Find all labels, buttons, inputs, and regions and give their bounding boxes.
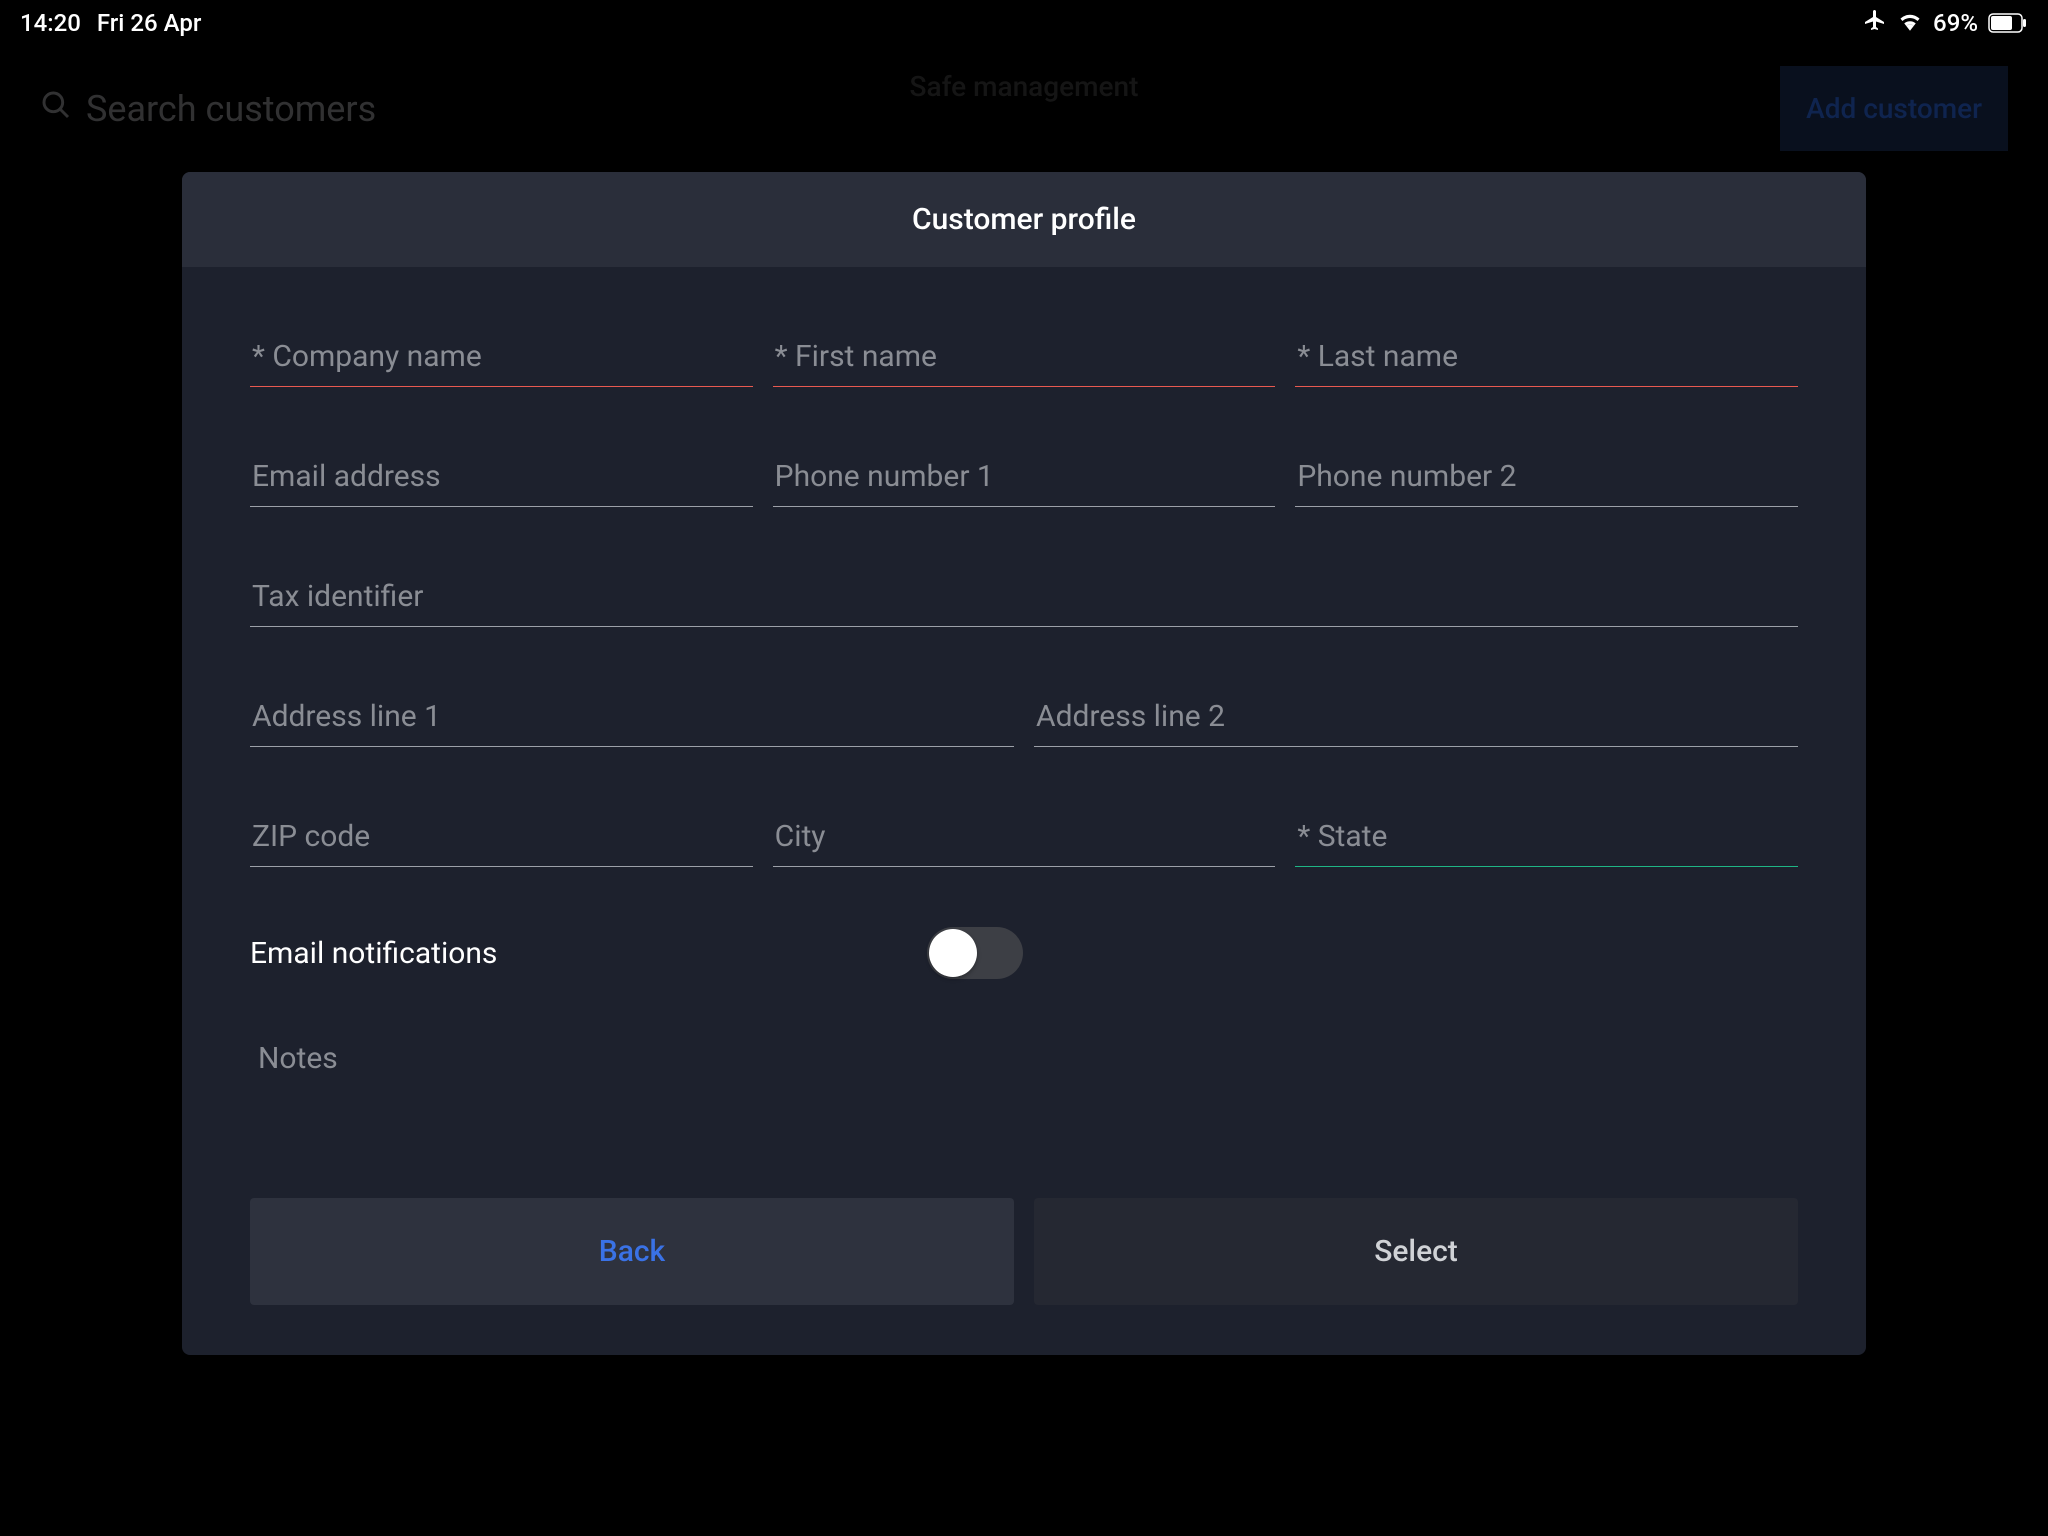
email-notifications-label: Email notifications: [250, 936, 497, 971]
toggle-knob: [929, 929, 977, 977]
battery-icon: [1988, 13, 2028, 33]
battery-percent: 69%: [1933, 9, 1978, 37]
status-bar: 14:20 Fri 26 Apr 69%: [0, 0, 2048, 46]
modal-title: Customer profile: [182, 172, 1866, 267]
status-date: Fri 26 Apr: [97, 9, 201, 37]
customer-profile-modal: Customer profile: [182, 172, 1866, 1355]
search-icon: [40, 88, 72, 130]
company-name-field[interactable]: [250, 327, 753, 387]
phone1-field[interactable]: [773, 447, 1276, 507]
address1-field-wrap: [250, 687, 1014, 747]
tax-id-field[interactable]: [250, 567, 1798, 627]
zip-field[interactable]: [250, 807, 753, 867]
background-header: Search customers Add customer: [0, 46, 2048, 171]
first-name-field[interactable]: [773, 327, 1276, 387]
city-field-wrap: [773, 807, 1276, 867]
address2-field-wrap: [1034, 687, 1798, 747]
state-field-wrap: [1295, 807, 1798, 867]
select-button[interactable]: Select: [1034, 1198, 1798, 1305]
email-field[interactable]: [250, 447, 753, 507]
state-field[interactable]: [1295, 807, 1798, 867]
last-name-field[interactable]: [1295, 327, 1798, 387]
last-name-field-wrap: [1295, 327, 1798, 387]
city-field[interactable]: [773, 807, 1276, 867]
phone2-field[interactable]: [1295, 447, 1798, 507]
notes-field[interactable]: [250, 1029, 1798, 1088]
company-name-field-wrap: [250, 327, 753, 387]
search-area: Search customers: [40, 88, 376, 130]
search-placeholder-text: Search customers: [86, 88, 376, 130]
phone1-field-wrap: [773, 447, 1276, 507]
status-time: 14:20: [20, 9, 81, 37]
add-customer-button[interactable]: Add customer: [1780, 66, 2008, 151]
wifi-icon: [1897, 9, 1923, 37]
background-page-title: Safe management: [910, 70, 1139, 103]
airplane-mode-icon: [1863, 8, 1887, 38]
zip-field-wrap: [250, 807, 753, 867]
address1-field[interactable]: [250, 687, 1014, 747]
email-field-wrap: [250, 447, 753, 507]
address2-field[interactable]: [1034, 687, 1798, 747]
email-notifications-toggle[interactable]: [927, 927, 1023, 979]
tax-id-field-wrap: [250, 567, 1798, 627]
phone2-field-wrap: [1295, 447, 1798, 507]
first-name-field-wrap: [773, 327, 1276, 387]
back-button[interactable]: Back: [250, 1198, 1014, 1305]
